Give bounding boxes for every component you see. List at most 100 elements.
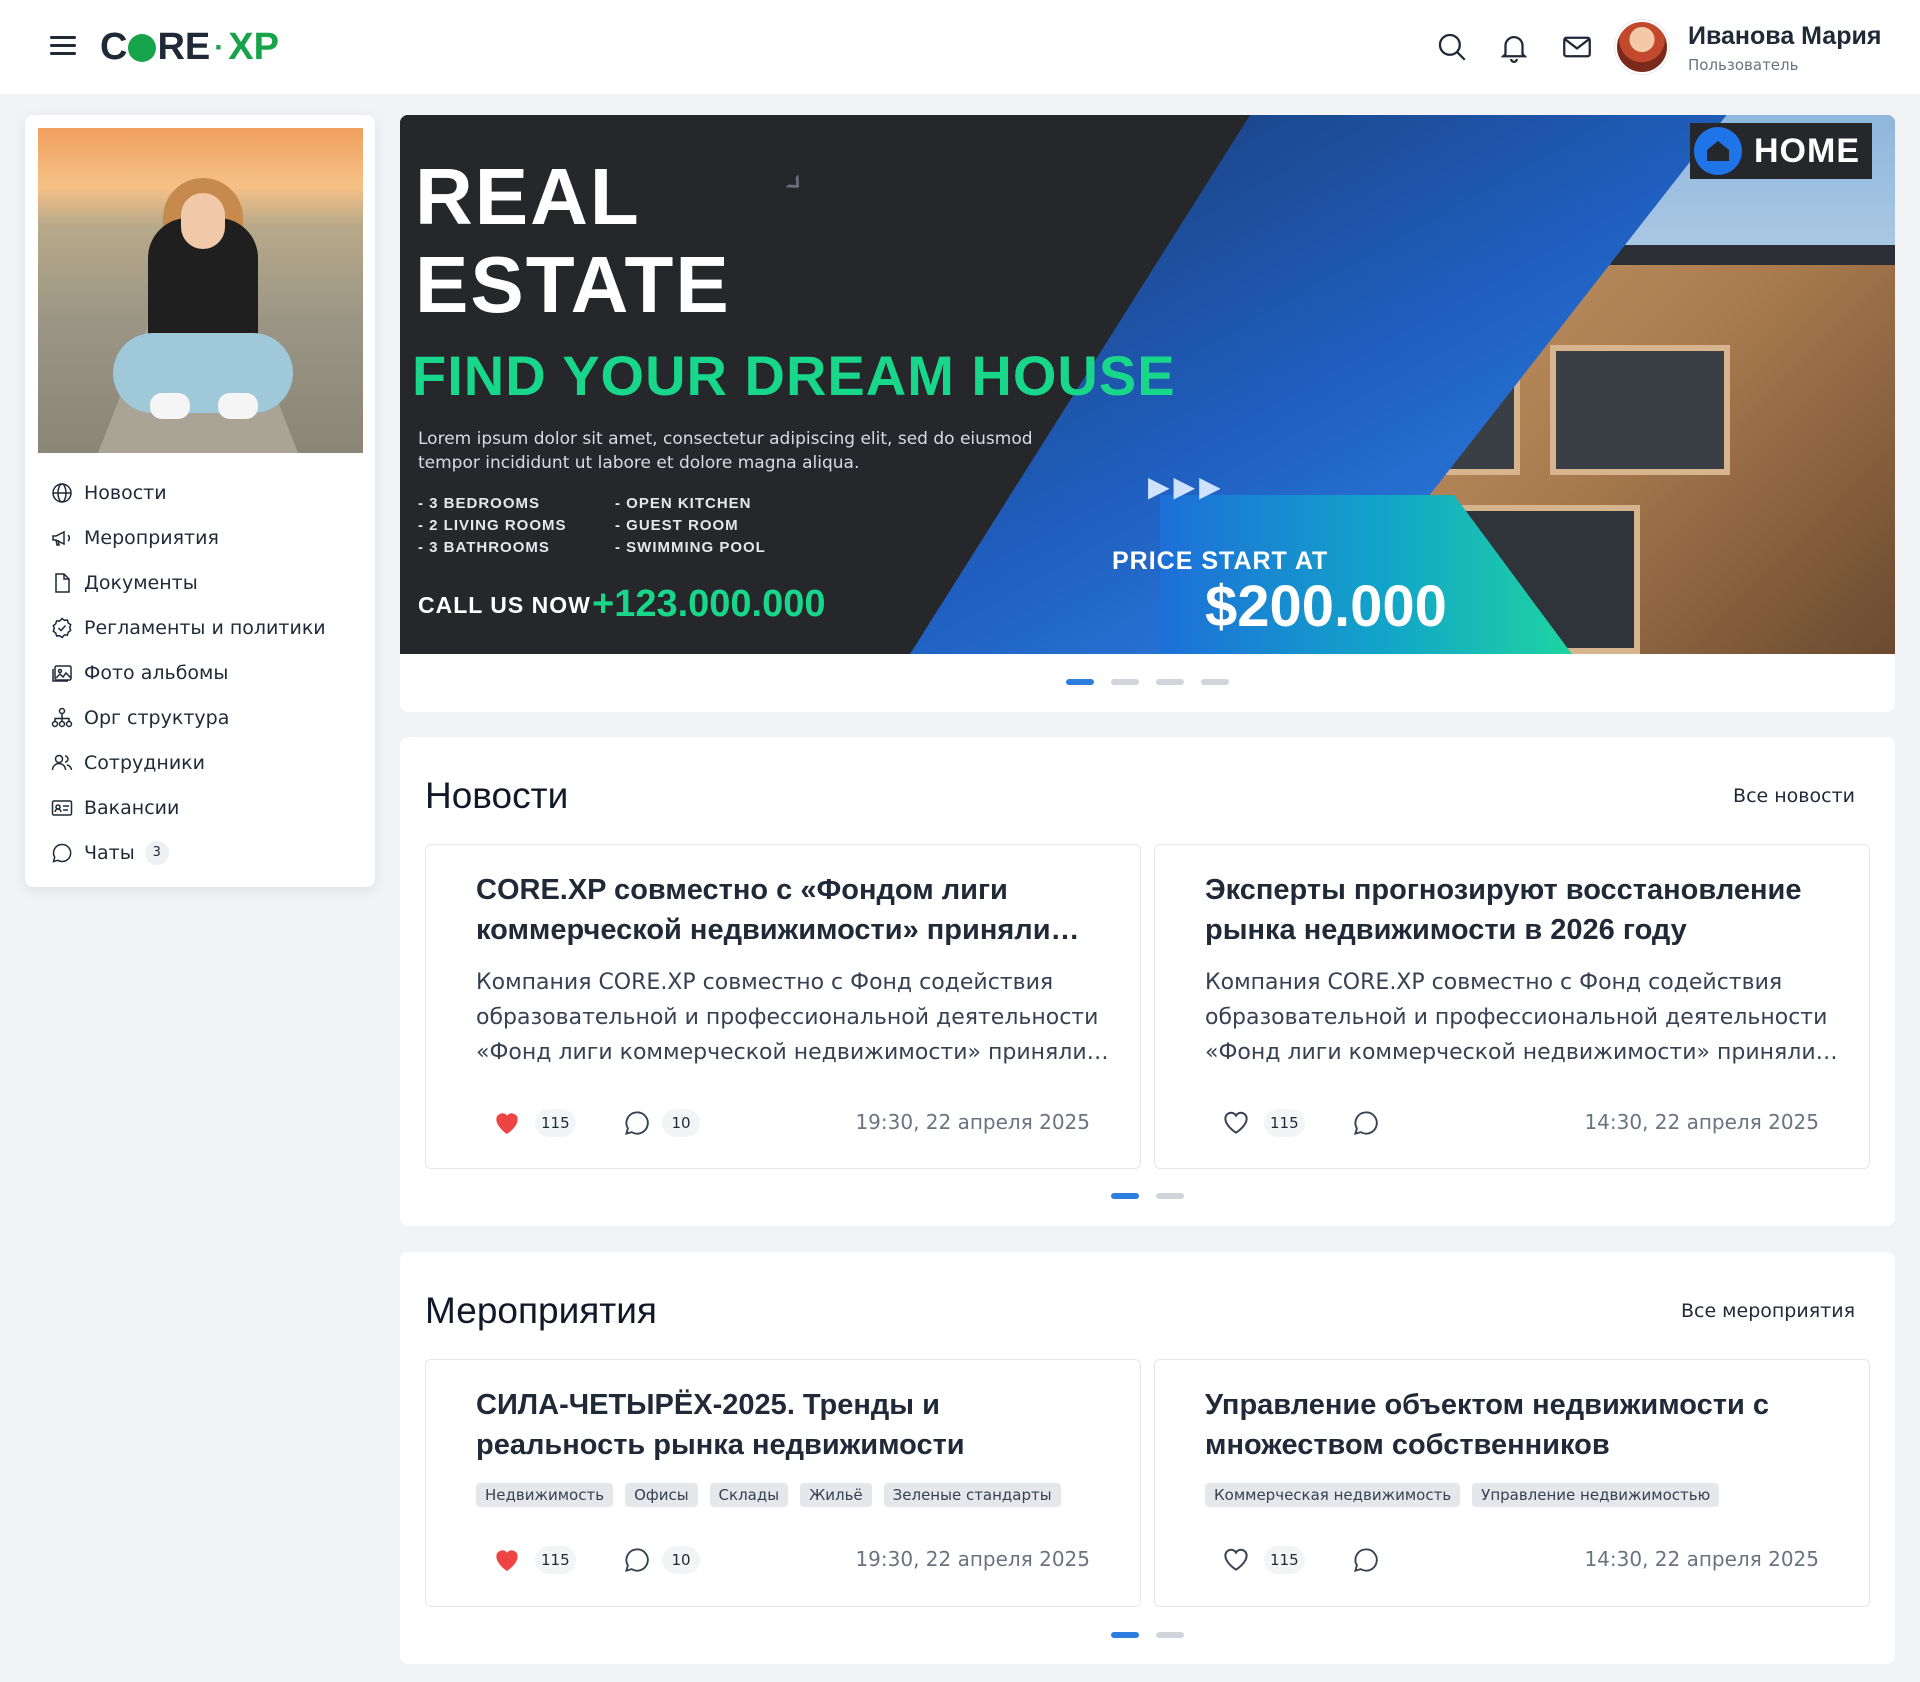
banner-subtitle: FIND YOUR DREAM HOUSE — [412, 344, 1176, 407]
mail-icon[interactable] — [1560, 30, 1594, 64]
id-card-icon — [50, 796, 74, 820]
events-section: Мероприятия Все мероприятия СИЛА-ЧЕТЫРЁХ… — [400, 1252, 1895, 1664]
sidebar-item-policies[interactable]: Регламенты и политики — [50, 605, 326, 650]
heart-filled-icon[interactable] — [491, 1543, 523, 1575]
event-card[interactable]: СИЛА-ЧЕТЫРЁХ-2025. Тренды и реальность р… — [425, 1359, 1141, 1607]
megaphone-icon — [50, 526, 74, 550]
news-card-footer: 115 14:30, 22 апреля 2025 — [1155, 1106, 1869, 1142]
sidebar: Новости Мероприятия Документы Регламенты… — [25, 115, 375, 887]
pagination-dot[interactable] — [1156, 1193, 1184, 1199]
pagination-dot[interactable] — [1156, 1632, 1184, 1638]
pagination-dot[interactable] — [1111, 679, 1139, 685]
comment-icon[interactable] — [622, 1545, 652, 1575]
sidebar-item-org-structure[interactable]: Орг структура — [50, 695, 326, 740]
news-section-title: Новости — [425, 775, 569, 816]
sidebar-item-employees[interactable]: Сотрудники — [50, 740, 326, 785]
likes-count: 115 — [1264, 1546, 1305, 1574]
sidebar-item-label: Вакансии — [84, 796, 180, 819]
news-card-title[interactable]: Эксперты прогнозируют восстановление рын… — [1205, 870, 1835, 950]
chats-count-badge: 3 — [144, 840, 169, 865]
pagination-dot[interactable] — [1201, 679, 1229, 685]
pagination-dot[interactable] — [1111, 1193, 1139, 1199]
all-news-link[interactable]: Все новости — [1733, 785, 1855, 807]
news-card[interactable]: CORE.XP совместно с «Фондом лиги коммерч… — [425, 844, 1141, 1169]
sidebar-item-photo-albums[interactable]: Фото альбомы — [50, 650, 326, 695]
sidebar-item-chats[interactable]: Чаты 3 — [50, 830, 326, 875]
comment-icon[interactable] — [622, 1108, 652, 1138]
news-card-title[interactable]: CORE.XP совместно с «Фондом лиги коммерч… — [476, 870, 1106, 950]
banner-description: Lorem ipsum dolor sit amet, consectetur … — [418, 429, 1033, 473]
event-tags: Недвижимость Офисы Склады Жильё Зеленые … — [476, 1483, 1061, 1507]
event-tag[interactable]: Управление недвижимостью — [1472, 1483, 1720, 1507]
sidebar-item-vacancies[interactable]: Вакансии — [50, 785, 326, 830]
event-card[interactable]: Управление объектом недвижимости с множе… — [1154, 1359, 1870, 1607]
badge-check-icon — [50, 616, 74, 640]
news-card-excerpt: Компания CORE.XP совместно с Фонд содейс… — [476, 970, 1109, 1065]
news-pagination — [1111, 1193, 1184, 1199]
user-name[interactable]: Иванова Мария — [1688, 22, 1881, 51]
pagination-dot[interactable] — [1111, 1632, 1139, 1638]
heart-filled-icon[interactable] — [491, 1106, 523, 1138]
event-tags: Коммерческая недвижимость Управление нед… — [1205, 1483, 1720, 1507]
news-date: 14:30, 22 апреля 2025 — [1584, 1110, 1819, 1134]
banner-price-label: PRICE START AT — [1112, 547, 1329, 575]
sidebar-item-label: Фото альбомы — [84, 661, 229, 684]
pagination-dot[interactable] — [1066, 679, 1094, 685]
sidebar-item-label: Документы — [84, 571, 198, 594]
top-header: C RE · XP Иванова Мария Пользователь — [0, 0, 1920, 94]
pagination-dot[interactable] — [1156, 679, 1184, 685]
news-date: 19:30, 22 апреля 2025 — [855, 1110, 1090, 1134]
banner-slide[interactable]: › REAL ESTATE FIND YOUR DREAM HOUSE Lore… — [400, 115, 1895, 654]
event-card-title[interactable]: СИЛА-ЧЕТЫРЁХ-2025. Тренды и реальность р… — [476, 1385, 1106, 1465]
event-tag[interactable]: Коммерческая недвижимость — [1205, 1483, 1461, 1507]
event-card-title[interactable]: Управление объектом недвижимости с множе… — [1205, 1385, 1835, 1465]
banner-carousel: › REAL ESTATE FIND YOUR DREAM HOUSE Lore… — [400, 115, 1895, 712]
news-card[interactable]: Эксперты прогнозируют восстановление рын… — [1154, 844, 1870, 1169]
event-card-footer: 115 10 19:30, 22 апреля 2025 — [426, 1543, 1140, 1579]
event-tag[interactable]: Жильё — [800, 1483, 872, 1507]
banner-title: REAL ESTATE — [415, 152, 731, 329]
bell-icon[interactable] — [1497, 30, 1531, 64]
comment-icon[interactable] — [1351, 1108, 1381, 1138]
sidebar-item-label: Чаты — [84, 841, 135, 864]
sidebar-item-news[interactable]: Новости — [50, 470, 326, 515]
event-card-footer: 115 14:30, 22 апреля 2025 — [1155, 1543, 1869, 1579]
profile-photo[interactable] — [38, 128, 363, 453]
logo[interactable]: C RE · XP — [100, 26, 279, 69]
likes-count: 115 — [535, 1109, 576, 1137]
chat-icon — [50, 841, 74, 865]
sidebar-item-documents[interactable]: Документы — [50, 560, 326, 605]
menu-icon[interactable] — [50, 36, 76, 58]
sidebar-item-label: Сотрудники — [84, 751, 205, 774]
org-chart-icon — [50, 706, 74, 730]
comments-count: 10 — [662, 1109, 700, 1137]
banner-features-right: - OPEN KITCHEN - GUEST ROOM - SWIMMING P… — [615, 495, 766, 556]
event-tag[interactable]: Недвижимость — [476, 1483, 614, 1507]
likes-count: 115 — [1264, 1109, 1305, 1137]
globe-icon — [50, 481, 74, 505]
search-icon[interactable] — [1435, 30, 1469, 64]
heart-outline-icon[interactable] — [1220, 1543, 1252, 1575]
home-icon — [1694, 127, 1742, 175]
banner-price: $200.000 — [1205, 574, 1447, 639]
event-tag[interactable]: Офисы — [625, 1483, 698, 1507]
all-events-link[interactable]: Все мероприятия — [1681, 1300, 1855, 1322]
news-card-footer: 115 10 19:30, 22 апреля 2025 — [426, 1106, 1140, 1142]
sidebar-item-label: Мероприятия — [84, 526, 219, 549]
event-tag[interactable]: Склады — [709, 1483, 789, 1507]
banner-arrows: ▶▶▶ — [1148, 470, 1225, 503]
news-section: Новости Все новости CORE.XP совместно с … — [400, 737, 1895, 1226]
user-avatar[interactable] — [1615, 20, 1669, 74]
comments-count: 10 — [662, 1546, 700, 1574]
event-date: 14:30, 22 апреля 2025 — [1584, 1547, 1819, 1571]
user-role: Пользователь — [1688, 56, 1799, 74]
event-tag[interactable]: Зеленые стандарты — [883, 1483, 1061, 1507]
comment-icon[interactable] — [1351, 1545, 1381, 1575]
event-date: 19:30, 22 апреля 2025 — [855, 1547, 1090, 1571]
banner-brand: HOME — [1690, 123, 1872, 179]
heart-outline-icon[interactable] — [1220, 1106, 1252, 1138]
banner-pagination — [1066, 679, 1229, 685]
banner-features-left: - 3 BEDROOMS - 2 LIVING ROOMS - 3 BATHRO… — [418, 495, 567, 556]
likes-count: 115 — [535, 1546, 576, 1574]
sidebar-item-events[interactable]: Мероприятия — [50, 515, 326, 560]
